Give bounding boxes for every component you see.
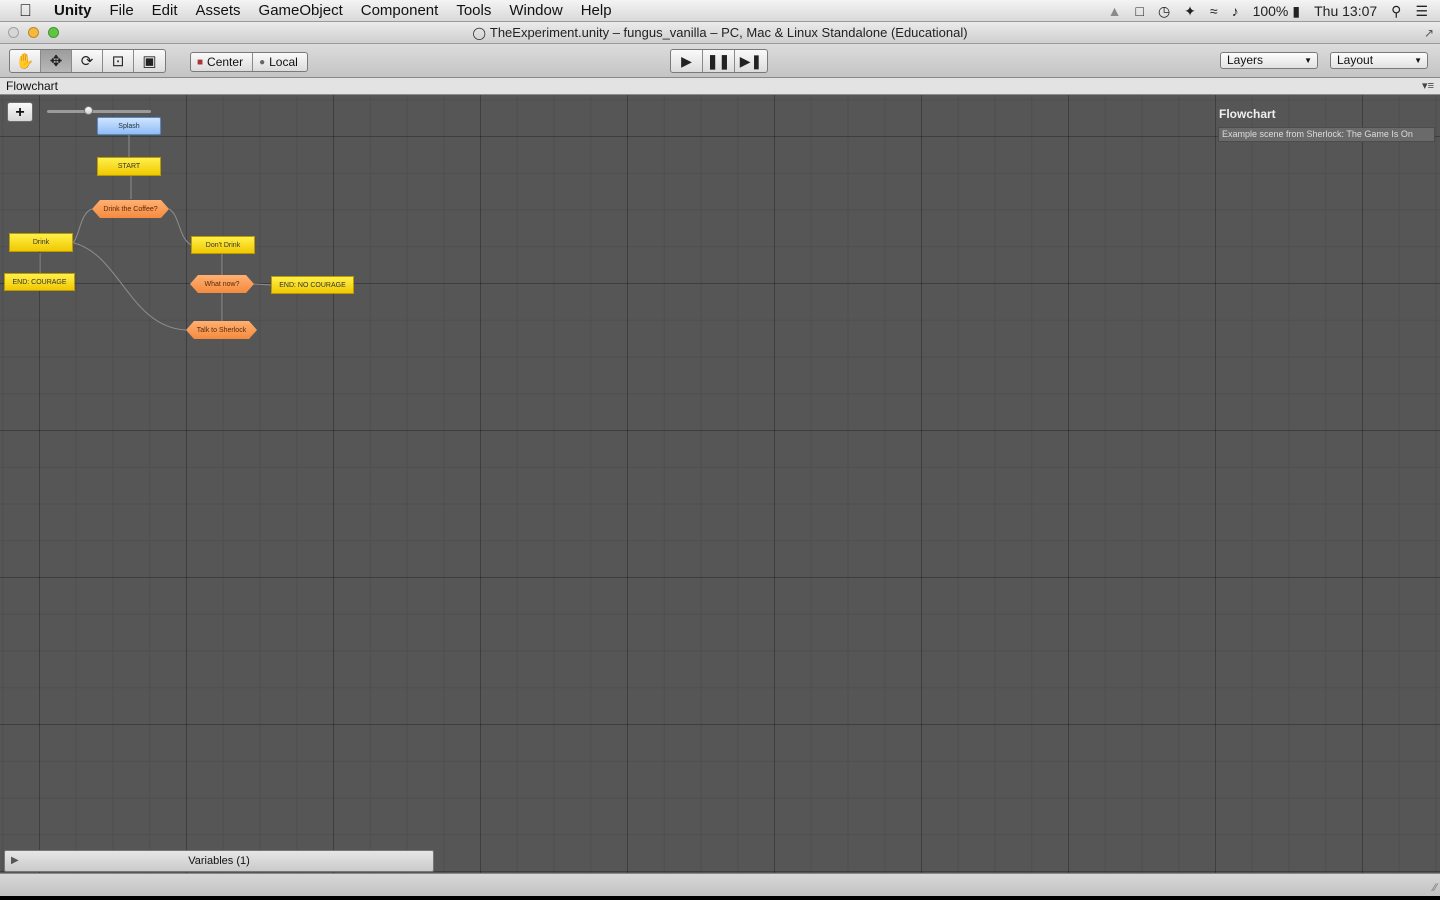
status-bar: ∕∕ [0, 873, 1440, 896]
rotate-icon: ⟳ [80, 53, 94, 70]
block-end-courage[interactable]: END: COURAGE [4, 273, 75, 291]
block-start[interactable]: START [97, 157, 161, 176]
connection-choice-drink [72, 208, 93, 244]
flowchart-tab-bar: Flowchart ▾≡ [0, 78, 1440, 95]
drive-icon[interactable]: ▲ [1108, 3, 1122, 19]
chevron-down-icon: ▼ [1414, 56, 1422, 65]
block-label: Splash [118, 122, 140, 130]
play-controls: ▶ ❚❚ ▶❚ [670, 49, 768, 73]
chevron-down-icon: ▼ [1304, 56, 1312, 65]
screen-capture-icon[interactable]: □ [1135, 3, 1143, 19]
fullscreen-icon[interactable]: ↗ [1424, 26, 1434, 40]
menu-assets[interactable]: Assets [196, 2, 259, 19]
block-label: END: NO COURAGE [279, 281, 346, 289]
block-drink-the-coffee[interactable]: Drink the Coffee? [92, 200, 169, 218]
menu-edit[interactable]: Edit [152, 2, 196, 19]
layout-dropdown-label: Layout [1337, 53, 1374, 67]
window-title-bar: ◯ TheExperiment.unity – fungus_vanilla – … [0, 22, 1440, 44]
block-label: Drink the Coffee? [103, 205, 158, 213]
block-label: Don't Drink [205, 241, 241, 249]
flowchart-properties-title: Flowchart [1219, 107, 1276, 121]
menu-window[interactable]: Window [509, 2, 580, 19]
rotate-tool-button[interactable]: ⟳ [72, 50, 103, 72]
move-tool-button[interactable]: ✥ [41, 50, 72, 72]
block-label: Drink [32, 239, 50, 246]
block-splash[interactable]: Splash [97, 117, 161, 135]
battery-percent[interactable]: 100% [1253, 3, 1289, 19]
play-button[interactable]: ▶ [671, 50, 703, 72]
flowchart-canvas[interactable]: + Splash START Drink the Coffee? Drink D… [0, 95, 1440, 873]
scale-icon: ⊡ [111, 53, 125, 70]
rect-icon: ▣ [142, 53, 157, 70]
transform-tools: ✋ ✥ ⟳ ⊡ ▣ [9, 49, 166, 73]
battery-icon[interactable]: ▮ [1292, 3, 1300, 20]
bluetooth-icon[interactable]: ✦ [1184, 3, 1196, 20]
scale-tool-button[interactable]: ⊡ [103, 50, 134, 72]
unity-document-icon: ◯ [472, 26, 486, 40]
local-space-icon: ● [259, 56, 266, 68]
flowchart-description-field[interactable]: Example scene from Sherlock: The Game Is… [1218, 127, 1435, 142]
wifi-icon[interactable]: ≈ [1210, 3, 1218, 19]
variables-label: Variables (1) [188, 855, 250, 867]
move-icon: ✥ [49, 53, 63, 70]
window-title-text: TheExperiment.unity – fungus_vanilla – P… [489, 25, 968, 40]
block-label: START [117, 163, 141, 170]
unity-toolbar: ✋ ✥ ⟳ ⊡ ▣ ■ Center ● Local ▶ ❚❚ ▶❚ Layers ▼… [0, 44, 1440, 78]
pivot-toggles: ■ Center ● Local [190, 52, 308, 72]
pivot-local-button[interactable]: ● Local [253, 53, 307, 71]
connection-drink-talk [73, 242, 187, 331]
layers-dropdown-label: Layers [1227, 53, 1264, 67]
pivot-icon: ■ [197, 56, 204, 68]
resize-grip-icon[interactable]: ∕∕ [1433, 882, 1437, 894]
pivot-center-button[interactable]: ■ Center [191, 53, 254, 71]
menu-component[interactable]: Component [361, 2, 457, 19]
time-machine-icon[interactable]: ◷ [1158, 3, 1170, 20]
spotlight-search-icon[interactable]: ⚲ [1391, 3, 1401, 20]
window-title: ◯ TheExperiment.unity – fungus_vanilla – … [0, 25, 1440, 40]
volume-icon[interactable]: ♪ [1232, 3, 1239, 19]
apple-icon[interactable]:  [19, 1, 32, 21]
connection-whatnow-endnocourage [252, 283, 272, 286]
menu-tools[interactable]: Tools [456, 2, 509, 19]
block-dont-drink[interactable]: Don't Drink [191, 236, 255, 254]
tab-flowchart[interactable]: Flowchart [6, 79, 58, 93]
play-icon: ▶ [681, 52, 692, 69]
hand-icon: ✋ [15, 53, 35, 70]
menu-help[interactable]: Help [581, 2, 630, 19]
menu-bar:  Unity File Edit Assets GameObject Comp… [0, 0, 1440, 22]
step-icon: ▶❚ [739, 52, 763, 69]
tab-menu-icon[interactable]: ▾≡ [1422, 79, 1434, 92]
block-label: END: COURAGE [12, 278, 67, 286]
block-connections [39, 135, 272, 331]
layout-dropdown[interactable]: Layout ▼ [1330, 52, 1428, 69]
layers-dropdown[interactable]: Layers ▼ [1220, 52, 1318, 69]
hand-tool-button[interactable]: ✋ [10, 50, 41, 72]
block-what-now[interactable]: What now? [190, 275, 254, 293]
pause-button[interactable]: ❚❚ [703, 50, 735, 72]
block-drink[interactable]: Drink [9, 233, 73, 252]
pivot-center-label: Center [207, 55, 244, 69]
pause-icon: ❚❚ [706, 52, 731, 69]
block-label: Talk to Sherlock [196, 326, 247, 334]
block-talk-to-sherlock[interactable]: Talk to Sherlock [186, 321, 257, 339]
menu-unity[interactable]: Unity [54, 2, 110, 19]
step-button[interactable]: ▶❚ [735, 50, 767, 72]
block-label: What now? [204, 280, 240, 288]
rect-tool-button[interactable]: ▣ [134, 50, 165, 72]
menu-gameobject[interactable]: GameObject [259, 2, 361, 19]
variables-panel-toggle[interactable]: ▶ Variables (1) [4, 850, 434, 872]
connection-choice-dontdrink [168, 208, 192, 246]
notification-center-icon[interactable]: ☰ [1415, 3, 1428, 20]
block-end-no-courage[interactable]: END: NO COURAGE [271, 276, 354, 294]
menu-file[interactable]: File [110, 2, 152, 19]
clock[interactable]: Thu 13:07 [1314, 3, 1377, 19]
pivot-local-label: Local [269, 55, 298, 69]
